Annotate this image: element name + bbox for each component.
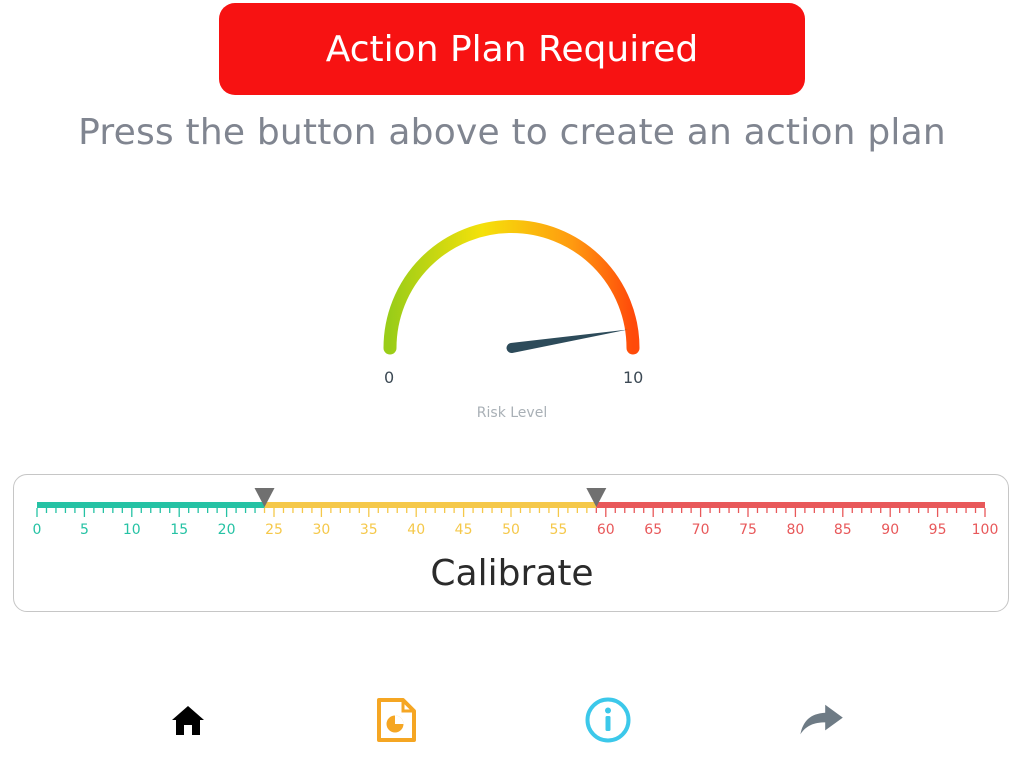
calibration-scale[interactable]: 0 5 10 15 20 25 30 35 40 45 50 55 60 65 70 75 80 85 90 95 10… [14, 475, 1010, 555]
scale-tick-label: 5 [80, 522, 89, 538]
gauge-min-label: 0 [384, 368, 395, 387]
gauge-needle [506, 329, 629, 353]
scale-tick-label: 75 [739, 522, 757, 538]
report-icon[interactable] [372, 696, 420, 744]
scale-segment-mid [264, 502, 597, 508]
scale-tick-label: 50 [502, 522, 520, 538]
scale-tick-label: 65 [644, 522, 662, 538]
scale-tick-label: 40 [407, 522, 425, 538]
risk-gauge-svg [383, 220, 640, 355]
scale-segment-high [596, 502, 985, 508]
info-icon[interactable] [584, 696, 632, 744]
scale-tick-label: 60 [597, 522, 615, 538]
calibrate-card[interactable]: 0 5 10 15 20 25 30 35 40 45 50 55 60 65 70 75 80 85 90 95 10… [13, 474, 1009, 612]
gauge-caption: Risk Level [476, 405, 548, 421]
home-icon[interactable] [164, 696, 212, 744]
scale-tick-label: 0 [33, 522, 42, 538]
scale-tick-label: 25 [265, 522, 283, 538]
gauge-max-label: 10 [623, 368, 644, 387]
scale-tick-label: 85 [834, 522, 852, 538]
scale-tick-label: 30 [312, 522, 330, 538]
scale-tick-label: 100 [972, 522, 999, 538]
calibrate-button[interactable]: Calibrate [14, 553, 1010, 594]
scale-tick-label: 95 [929, 522, 947, 538]
scale-tick-label: 35 [360, 522, 378, 538]
share-icon[interactable] [798, 696, 846, 744]
scale-tick-label: 20 [218, 522, 236, 538]
scale-tick-label: 45 [455, 522, 473, 538]
risk-gauge: 0 10 Risk Level [0, 0, 1024, 440]
scale-tick-label: 80 [786, 522, 804, 538]
scale-tick-label: 90 [881, 522, 899, 538]
scale-tick-label: 55 [549, 522, 567, 538]
scale-tick-label: 15 [170, 522, 188, 538]
gauge-arc [383, 220, 640, 355]
scale-tick-label: 70 [692, 522, 710, 538]
scale-segment-low [37, 502, 265, 508]
scale-tick-label: 10 [123, 522, 141, 538]
